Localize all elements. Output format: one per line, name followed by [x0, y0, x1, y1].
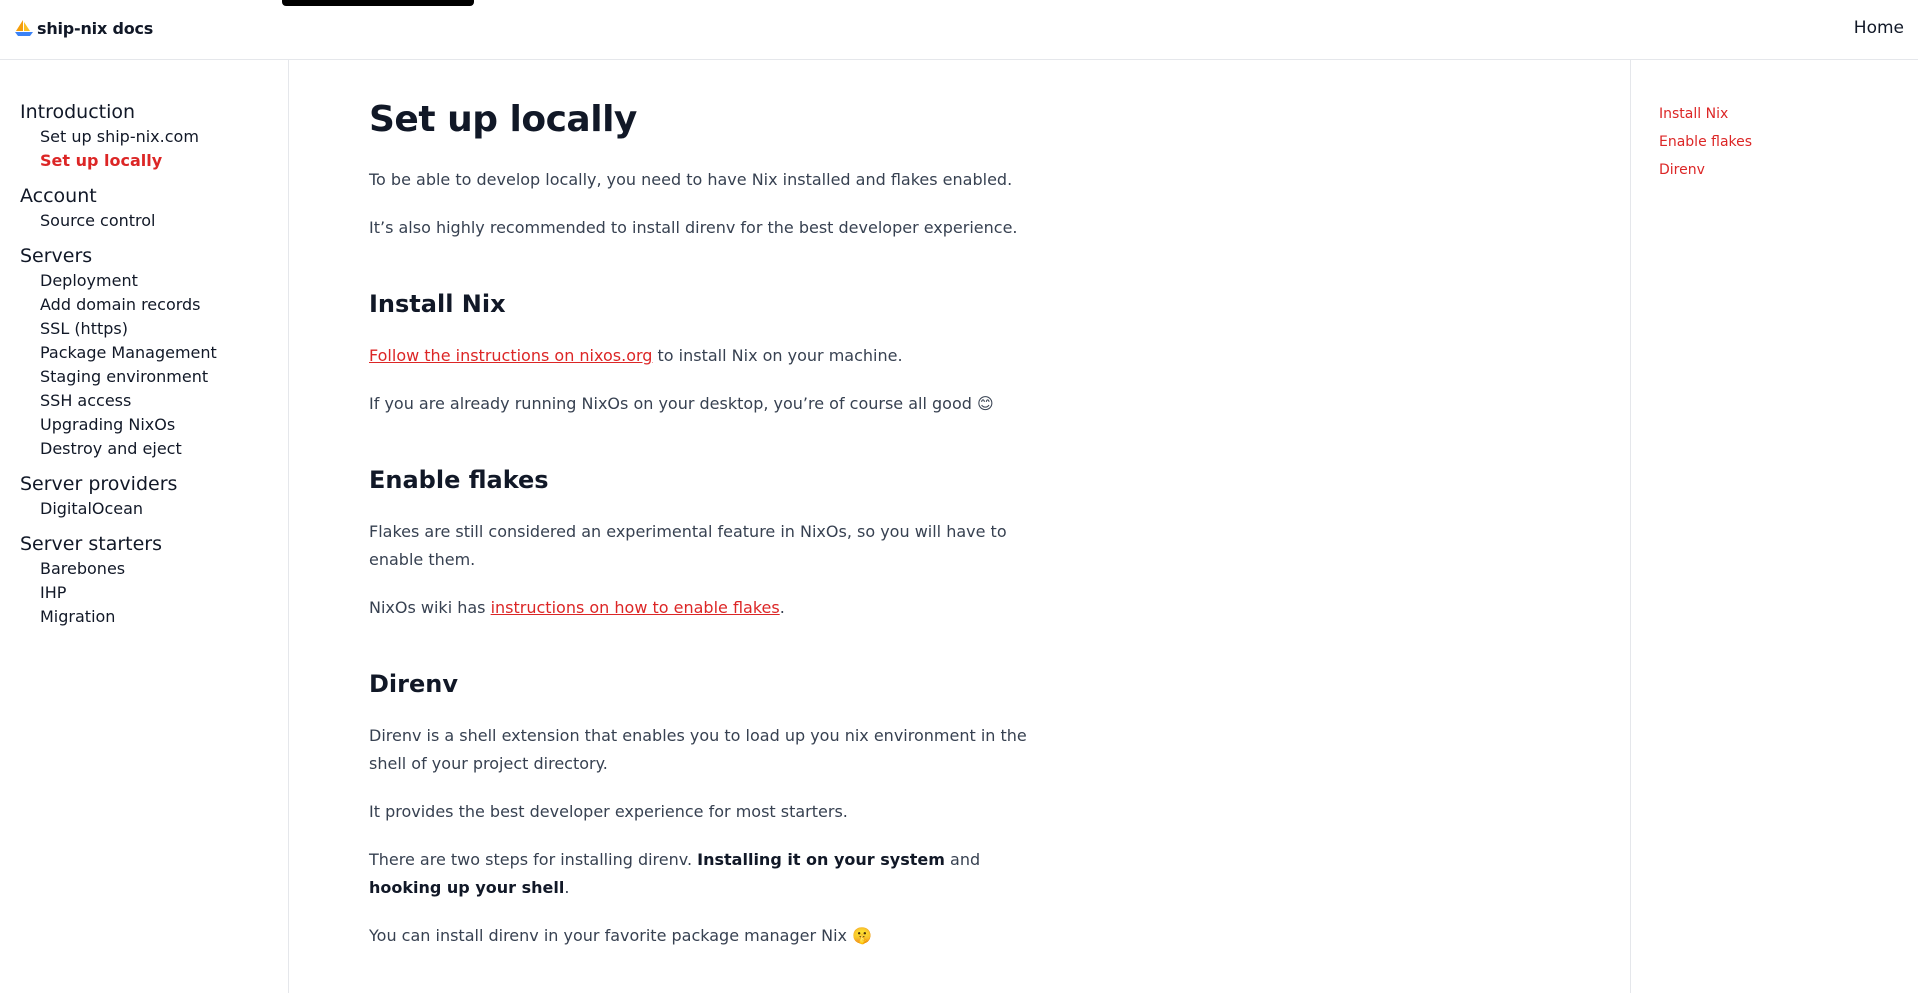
- nav-section-server-providers: Server providers DigitalOcean: [20, 472, 288, 521]
- nixos-instructions-link[interactable]: Follow the instructions on nixos.org: [369, 346, 652, 365]
- direnv-paragraph: Direnv is a shell extension that enables…: [369, 726, 1027, 773]
- direnv-paragraph: It provides the best developer experienc…: [369, 802, 848, 821]
- toc-item-direnv[interactable]: Direnv: [1659, 156, 1918, 184]
- enable-flakes-paragraph: Flakes are still considered an experimen…: [369, 522, 1007, 569]
- nav-section-account: Account Source control: [20, 184, 288, 233]
- sidebar-item-set-up-ship-nix[interactable]: Set up ship-nix.com: [20, 125, 288, 149]
- direnv-steps-paragraph: There are two steps for installing diren…: [369, 846, 1029, 902]
- nav-section-title[interactable]: Introduction: [20, 100, 288, 124]
- nav-section-title[interactable]: Account: [20, 184, 288, 208]
- page-loading-bar: [282, 0, 474, 6]
- install-nix-text: to install Nix on your machine.: [652, 346, 903, 365]
- steps-text-and: and: [944, 850, 981, 869]
- enable-flakes-paragraph: NixOs wiki has instructions on how to en…: [369, 594, 1029, 622]
- nav-section-title[interactable]: Server starters: [20, 532, 288, 556]
- sidebar-item-staging-environment[interactable]: Staging environment: [20, 365, 288, 389]
- sidebar-item-ihp[interactable]: IHP: [20, 581, 288, 605]
- heading-direnv: Direnv: [369, 670, 458, 698]
- sidebar-item-destroy-and-eject[interactable]: Destroy and eject: [20, 437, 288, 461]
- docs-sidebar: Introduction Set up ship-nix.com Set up …: [0, 60, 289, 993]
- direnv-paragraph: You can install direnv in your favorite …: [369, 926, 873, 945]
- table-of-contents: Install Nix Enable flakes Direnv: [1630, 60, 1918, 993]
- intro-paragraph: To be able to develop locally, you need …: [369, 170, 1013, 189]
- sidebar-item-ssl[interactable]: SSL (https): [20, 317, 288, 341]
- sidebar-item-package-management[interactable]: Package Management: [20, 341, 288, 365]
- home-link[interactable]: Home: [1854, 18, 1904, 38]
- nav-section-title[interactable]: Server providers: [20, 472, 288, 496]
- toc-item-install-nix[interactable]: Install Nix: [1659, 100, 1918, 128]
- sidebar-item-barebones[interactable]: Barebones: [20, 557, 288, 581]
- sidebar-item-ssh-access[interactable]: SSH access: [20, 389, 288, 413]
- sailboat-icon: [14, 18, 34, 38]
- steps-bold-install: Installing it on your system: [697, 850, 945, 869]
- sidebar-item-source-control[interactable]: Source control: [20, 209, 288, 233]
- nav-section-introduction: Introduction Set up ship-nix.com Set up …: [20, 100, 288, 173]
- wiki-text: NixOs wiki has: [369, 598, 491, 617]
- toc-item-enable-flakes[interactable]: Enable flakes: [1659, 128, 1918, 156]
- flakes-instructions-link[interactable]: instructions on how to enable flakes: [491, 598, 780, 617]
- heading-enable-flakes: Enable flakes: [369, 466, 549, 494]
- brand-name: ship-nix docs: [37, 18, 154, 38]
- sidebar-item-digitalocean[interactable]: DigitalOcean: [20, 497, 288, 521]
- article-content: Set up locally To be able to develop loc…: [369, 60, 1029, 950]
- sidebar-item-add-domain-records[interactable]: Add domain records: [20, 293, 288, 317]
- steps-text: There are two steps for installing diren…: [369, 850, 698, 869]
- sidebar-item-upgrading-nixos[interactable]: Upgrading NixOs: [20, 413, 288, 437]
- steps-bold-hook: hooking up your shell: [369, 878, 565, 897]
- intro-paragraph: It’s also highly recommended to install …: [369, 218, 1018, 237]
- nav-section-title[interactable]: Servers: [20, 244, 288, 268]
- top-navbar: ship-nix docs Home: [0, 0, 1918, 60]
- brand-logo-link[interactable]: ship-nix docs: [14, 18, 153, 38]
- nav-section-servers: Servers Deployment Add domain records SS…: [20, 244, 288, 461]
- install-nix-paragraph: If you are already running NixOs on your…: [369, 394, 994, 413]
- install-nix-paragraph: Follow the instructions on nixos.org to …: [369, 342, 1029, 370]
- sidebar-item-migration[interactable]: Migration: [20, 605, 288, 629]
- sidebar-item-deployment[interactable]: Deployment: [20, 269, 288, 293]
- sidebar-item-set-up-locally[interactable]: Set up locally: [20, 149, 288, 173]
- steps-text-end: .: [564, 878, 570, 897]
- nav-section-server-starters: Server starters Barebones IHP Migration: [20, 532, 288, 629]
- page-title: Set up locally: [369, 99, 637, 140]
- heading-install-nix: Install Nix: [369, 290, 506, 318]
- wiki-text-end: .: [779, 598, 785, 617]
